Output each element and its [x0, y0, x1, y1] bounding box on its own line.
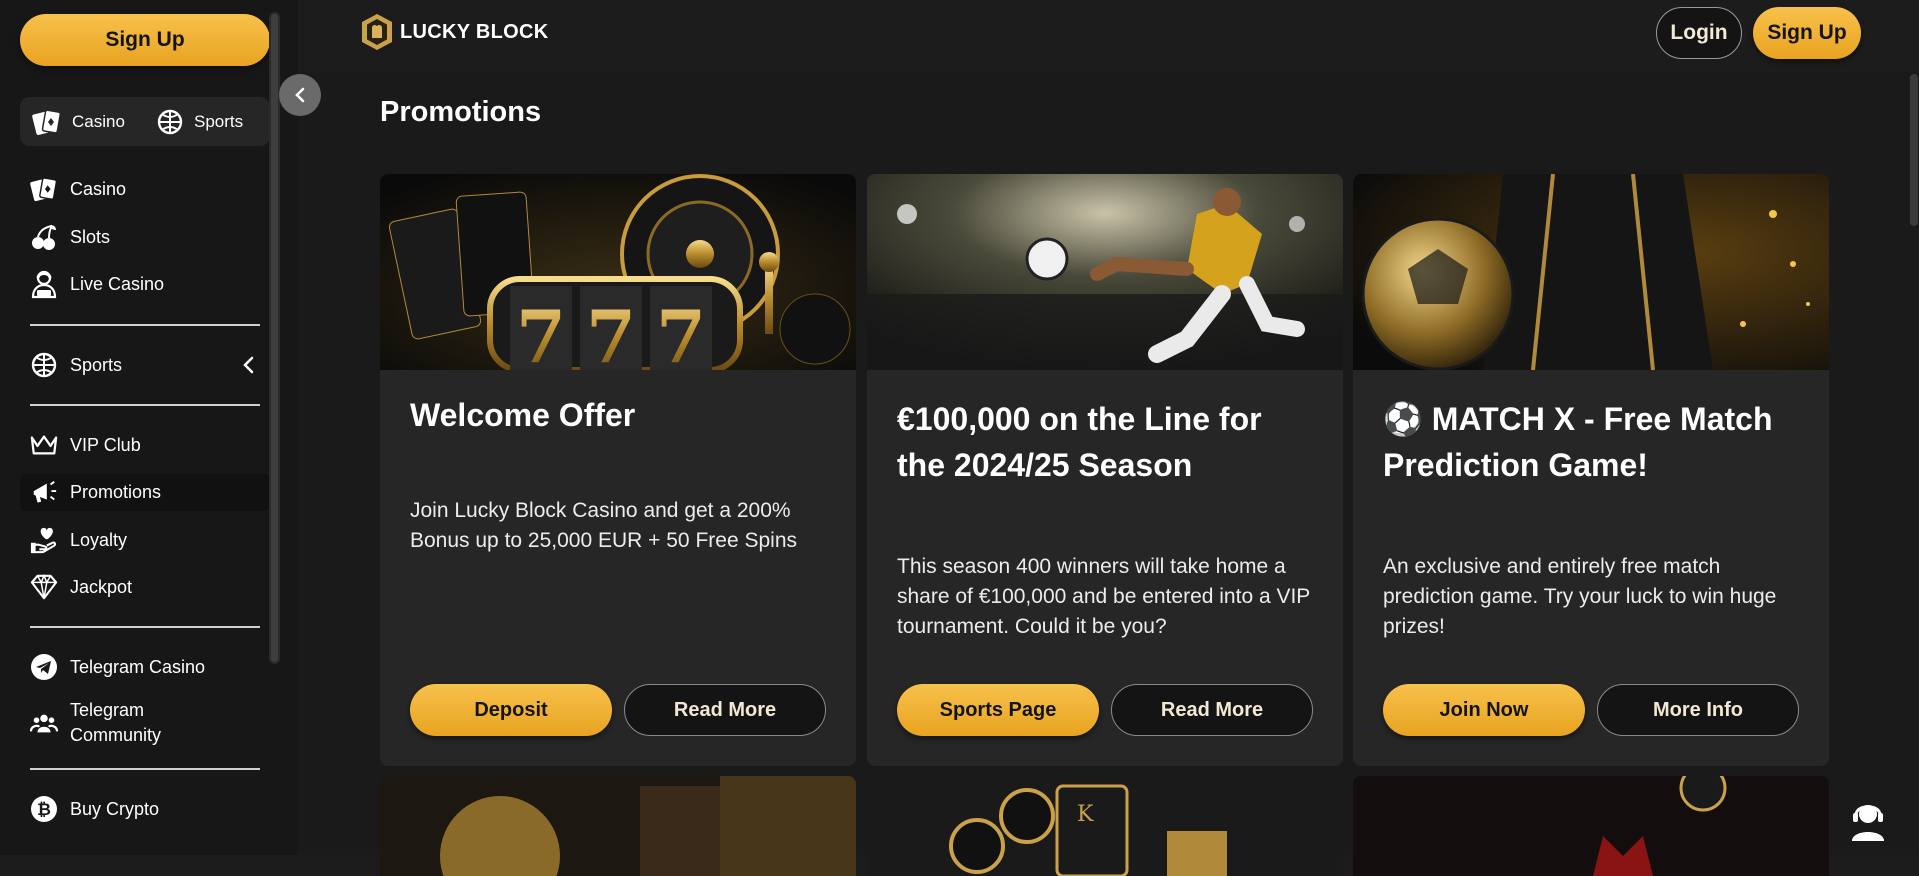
sidebar-item-label: Buy Crypto — [70, 798, 160, 819]
page-title: Promotions — [380, 96, 542, 128]
megaphone-icon — [30, 478, 58, 506]
sidebar-item-buy-crypto[interactable]: ₿ Buy Crypto — [30, 792, 159, 826]
cherries-icon — [30, 223, 58, 251]
sidebar-item-label: Jackpot — [70, 576, 133, 597]
toggle-casino[interactable]: Casino — [32, 97, 125, 146]
live-dealer-icon — [30, 270, 58, 299]
sidebar-signup-button[interactable]: Sign Up — [20, 14, 270, 66]
golden-ball-player-image — [380, 776, 856, 876]
sports-ball-icon — [157, 109, 183, 134]
football-player-kick-image — [867, 174, 1343, 370]
login-button[interactable]: Login — [1656, 7, 1742, 59]
sidebar-item-slots[interactable]: Slots — [30, 220, 110, 254]
svg-text:7: 7 — [656, 294, 706, 370]
sidebar-item-label: Telegram Community — [70, 700, 162, 745]
red-emblem-image — [1353, 776, 1829, 876]
cards-icon — [32, 109, 62, 135]
promo-card-match-x: ⚽ MATCH X - Free Match Prediction Game! … — [1353, 174, 1829, 766]
deposit-button[interactable]: Deposit — [410, 684, 612, 736]
promo-card-description: Join Lucky Block Casino and get a 200% B… — [410, 499, 797, 552]
promo-card-partial: K — [867, 776, 1343, 876]
sidebar-item-label: Loyalty — [70, 529, 128, 550]
sidebar-item-label: Promotions — [70, 481, 162, 502]
toggle-sports-label: Sports — [194, 111, 244, 131]
header-signup-button[interactable]: Sign Up — [1753, 7, 1861, 59]
promo-card-title: €100,000 on the Line for the 2024/25 Sea… — [897, 401, 1262, 483]
sidebar-divider — [30, 404, 260, 406]
sidebar-item-jackpot[interactable]: Jackpot — [30, 570, 132, 604]
promo-card-title: ⚽ MATCH X - Free Match Prediction Game! — [1383, 401, 1773, 483]
cards-icon — [30, 175, 58, 203]
logo-text: LUCKY BLOCK — [400, 20, 549, 43]
sidebar-item-label: Telegram Casino — [70, 656, 206, 677]
promo-card-description: This season 400 winners will take home a… — [897, 555, 1310, 638]
promo-card-description: An exclusive and entirely free match pre… — [1383, 555, 1777, 638]
heart-hand-icon — [30, 526, 58, 554]
sidebar-item-telegram-casino[interactable]: Telegram Casino — [30, 650, 205, 684]
promo-card-title: Welcome Offer — [410, 397, 636, 433]
sidebar-item-casino[interactable]: Casino — [30, 172, 126, 206]
sidebar-item-loyalty[interactable]: Loyalty — [30, 523, 127, 557]
svg-text:7: 7 — [586, 294, 636, 370]
chevron-left-icon — [295, 87, 305, 103]
promo-card-partial — [380, 776, 856, 876]
live-support-button[interactable] — [1849, 800, 1887, 842]
promo-card-season-prize: €100,000 on the Line for the 2024/25 Sea… — [867, 174, 1343, 766]
svg-text:₿: ₿ — [37, 800, 51, 820]
sidebar-divider — [30, 324, 260, 326]
telegram-icon — [30, 653, 58, 681]
sidebar-divider — [30, 626, 260, 628]
sidebar-item-promotions[interactable]: Promotions — [30, 475, 161, 509]
promo-card-welcome-offer: 7 7 7 Welcome Offer Join Lucky Block Cas… — [380, 174, 856, 766]
toggle-casino-label: Casino — [72, 111, 125, 131]
sidebar-item-live-casino[interactable]: Live Casino — [30, 267, 164, 301]
sidebar-item-label: Sports — [70, 354, 123, 375]
page-scrollbar[interactable] — [1910, 74, 1918, 226]
casino-sports-toggle: Casino Sports — [20, 97, 270, 146]
collapse-sidebar-button[interactable] — [279, 74, 321, 116]
diamond-icon — [30, 573, 58, 601]
sidebar-item-label: Casino — [70, 178, 127, 199]
svg-text:7: 7 — [516, 294, 566, 370]
headset-support-icon — [1852, 805, 1884, 841]
promo-card-partial — [1353, 776, 1829, 876]
sidebar-item-vip-club[interactable]: VIP Club — [30, 428, 141, 462]
sports-ball-icon — [30, 351, 58, 379]
chevron-left-icon[interactable] — [241, 356, 255, 374]
casino-slot-777-image: 7 7 7 — [380, 174, 856, 370]
people-icon — [30, 709, 58, 737]
sidebar-item-label: Live Casino — [70, 273, 165, 294]
more-info-button[interactable]: More Info — [1597, 684, 1799, 736]
sidebar-item-telegram-community[interactable]: Telegram Community — [30, 697, 200, 749]
casino-chips-image: K — [867, 776, 1343, 876]
sports-page-button[interactable]: Sports Page — [897, 684, 1099, 736]
read-more-button[interactable]: Read More — [1111, 684, 1313, 736]
toggle-sports[interactable]: Sports — [156, 97, 243, 146]
read-more-button[interactable]: Read More — [624, 684, 826, 736]
crown-icon — [30, 431, 58, 459]
sidebar-divider — [30, 768, 260, 770]
logo-icon — [362, 14, 392, 50]
sidebar: Sign Up Casino Sports Casino Slots Live … — [0, 0, 298, 855]
svg-text:K: K — [1077, 802, 1094, 827]
sidebar-item-label: Slots — [70, 226, 111, 247]
sidebar-scrollbar-thumb[interactable] — [271, 14, 278, 662]
join-now-button[interactable]: Join Now — [1383, 684, 1585, 736]
bitcoin-icon: ₿ — [30, 795, 58, 823]
lucky-block-logo[interactable]: LUCKY BLOCK — [360, 14, 549, 50]
golden-football-player-image — [1353, 174, 1829, 370]
sidebar-item-sports[interactable]: Sports — [30, 348, 255, 382]
sidebar-item-label: VIP Club — [70, 434, 141, 455]
